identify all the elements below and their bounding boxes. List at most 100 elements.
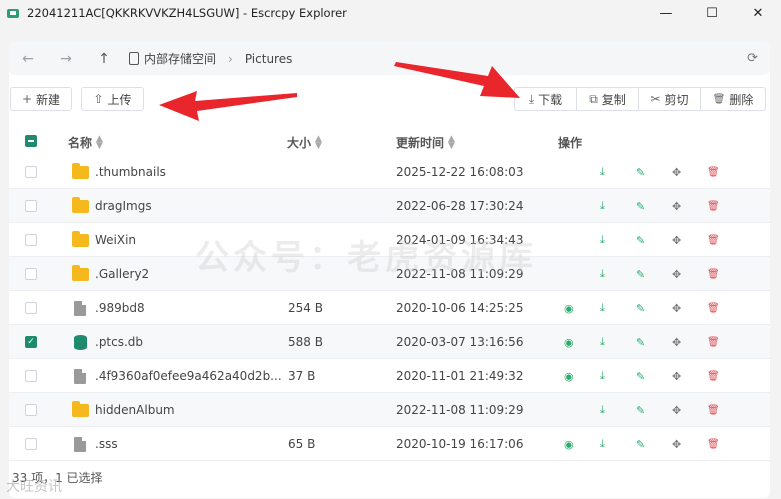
download-icon[interactable]: ⤓ — [600, 427, 605, 461]
name-column-header[interactable]: 名称 ▲ ▼ — [68, 134, 103, 151]
delete-icon[interactable]: 🗑 — [707, 189, 720, 223]
file-name[interactable]: hiddenAlbum — [95, 403, 175, 417]
folder-icon — [71, 162, 89, 179]
copy-button[interactable]: ⧉ 复制 — [576, 87, 639, 111]
row-checkbox[interactable] — [25, 438, 37, 450]
move-icon[interactable]: ✥ — [672, 223, 681, 257]
up-icon[interactable]: ↑ — [85, 51, 123, 67]
move-icon[interactable]: ✥ — [672, 257, 681, 291]
file-size: 37 B — [288, 369, 316, 383]
table-row[interactable]: hiddenAlbum 2022-11-08 11:09:29 ⤓ ✎ ✥ 🗑 — [9, 393, 770, 427]
sort-icon: ▲ ▼ — [96, 133, 103, 151]
sort-icon: ▲ ▼ — [315, 133, 322, 151]
download-icon[interactable]: ⤓ — [600, 325, 605, 359]
preview-icon[interactable]: ◉ — [564, 325, 574, 359]
download-icon[interactable]: ⤓ — [600, 155, 605, 189]
minimize-button[interactable]: — — [643, 0, 689, 26]
row-checkbox[interactable] — [25, 166, 37, 178]
file-name[interactable]: .sss — [95, 437, 118, 451]
preview-icon[interactable]: ◉ — [564, 291, 574, 325]
size-column-header[interactable]: 大小 ▲ ▼ — [287, 134, 322, 151]
table-row[interactable]: ✓ .ptcs.db 588 B 2020-03-07 13:16:56 ◉ ⤓… — [9, 325, 770, 359]
updated-column-header[interactable]: 更新时间 ▲ ▼ — [396, 134, 455, 151]
edit-icon[interactable]: ✎ — [636, 291, 645, 325]
preview-icon[interactable]: ◉ — [564, 427, 574, 461]
delete-icon[interactable]: 🗑 — [707, 427, 720, 461]
download-icon[interactable]: ⤓ — [600, 291, 605, 325]
file-name[interactable]: .ptcs.db — [95, 335, 143, 349]
download-icon[interactable]: ⤓ — [600, 223, 605, 257]
file-name[interactable]: .thumbnails — [95, 165, 166, 179]
edit-icon[interactable]: ✎ — [636, 427, 645, 461]
nav-bar: ← → ↑ 内部存储空间 › Pictures ⟳ — [9, 42, 770, 75]
row-checkbox[interactable] — [25, 234, 37, 246]
table-row[interactable]: .thumbnails 2025-12-22 16:08:03 ⤓ ✎ ✥ 🗑 — [9, 155, 770, 189]
database-icon — [73, 334, 87, 350]
new-button[interactable]: + 新建 — [10, 87, 72, 111]
file-size: 588 B — [288, 335, 323, 349]
edit-icon[interactable]: ✎ — [636, 155, 645, 189]
move-icon[interactable]: ✥ — [672, 189, 681, 223]
file-updated: 2020-11-01 21:49:32 — [396, 369, 524, 383]
table-row[interactable]: .4f9360af0efee9a462a40d2b... 37 B 2020-1… — [9, 359, 770, 393]
file-icon — [74, 300, 86, 316]
delete-icon[interactable]: 🗑 — [707, 223, 720, 257]
table-row[interactable]: .sss 65 B 2020-10-19 16:17:06 ◉ ⤓ ✎ ✥ 🗑 — [9, 427, 770, 461]
delete-button[interactable]: 🗑 删除 — [700, 87, 766, 111]
edit-icon[interactable]: ✎ — [636, 393, 645, 427]
edit-icon[interactable]: ✎ — [636, 359, 645, 393]
row-checkbox[interactable] — [25, 404, 37, 416]
table-row[interactable]: dragImgs 2022-06-28 17:30:24 ⤓ ✎ ✥ 🗑 — [9, 189, 770, 223]
row-checkbox[interactable]: ✓ — [25, 336, 37, 348]
breadcrumb-current[interactable]: Pictures — [245, 52, 293, 66]
download-icon[interactable]: ⤓ — [600, 393, 605, 427]
upload-button[interactable]: ⇧ 上传 — [81, 87, 144, 111]
move-icon[interactable]: ✥ — [672, 325, 681, 359]
updated-header-label: 更新时间 — [396, 136, 445, 150]
file-name[interactable]: .989bd8 — [95, 301, 145, 315]
file-updated: 2022-11-08 11:09:29 — [396, 403, 524, 417]
delete-icon[interactable]: 🗑 — [707, 325, 720, 359]
back-icon[interactable]: ← — [9, 51, 47, 67]
move-icon[interactable]: ✥ — [672, 291, 681, 325]
delete-label: 删除 — [729, 92, 754, 107]
edit-icon[interactable]: ✎ — [636, 325, 645, 359]
edit-icon[interactable]: ✎ — [636, 189, 645, 223]
file-name[interactable]: dragImgs — [95, 199, 152, 213]
move-icon[interactable]: ✥ — [672, 155, 681, 189]
file-name[interactable]: WeiXin — [95, 233, 136, 247]
delete-icon[interactable]: 🗑 — [707, 291, 720, 325]
delete-icon[interactable]: 🗑 — [707, 257, 720, 291]
delete-icon[interactable]: 🗑 — [707, 359, 720, 393]
close-button[interactable]: ✕ — [735, 0, 781, 26]
edit-icon[interactable]: ✎ — [636, 223, 645, 257]
cut-button[interactable]: ✂ 剪切 — [638, 87, 701, 111]
row-checkbox[interactable] — [25, 370, 37, 382]
sort-icon: ▲ ▼ — [448, 133, 455, 151]
delete-icon[interactable]: 🗑 — [707, 393, 720, 427]
breadcrumb-root[interactable]: 内部存储空间 — [144, 50, 216, 67]
download-icon: ⤓ — [528, 91, 535, 106]
select-all-checkbox[interactable] — [25, 135, 37, 147]
delete-icon[interactable]: 🗑 — [707, 155, 720, 189]
forward-icon[interactable]: → — [47, 51, 85, 67]
download-icon[interactable]: ⤓ — [600, 189, 605, 223]
app-icon — [7, 9, 19, 18]
file-name[interactable]: .4f9360af0efee9a462a40d2b... — [95, 369, 282, 383]
move-icon[interactable]: ✥ — [672, 427, 681, 461]
maximize-button[interactable]: ☐ — [689, 0, 735, 26]
file-name[interactable]: .Gallery2 — [95, 267, 149, 281]
download-icon[interactable]: ⤓ — [600, 359, 605, 393]
refresh-icon[interactable]: ⟳ — [747, 51, 758, 66]
row-checkbox[interactable] — [25, 200, 37, 212]
edit-icon[interactable]: ✎ — [636, 257, 645, 291]
move-icon[interactable]: ✥ — [672, 359, 681, 393]
table-row[interactable]: .989bd8 254 B 2020-10-06 14:25:25 ◉ ⤓ ✎ … — [9, 291, 770, 325]
move-icon[interactable]: ✥ — [672, 393, 681, 427]
preview-icon[interactable]: ◉ — [564, 359, 574, 393]
row-checkbox[interactable] — [25, 302, 37, 314]
copy-icon: ⧉ — [589, 91, 598, 106]
download-icon[interactable]: ⤓ — [600, 257, 605, 291]
annotation-arrow-right — [394, 62, 520, 98]
row-checkbox[interactable] — [25, 268, 37, 280]
